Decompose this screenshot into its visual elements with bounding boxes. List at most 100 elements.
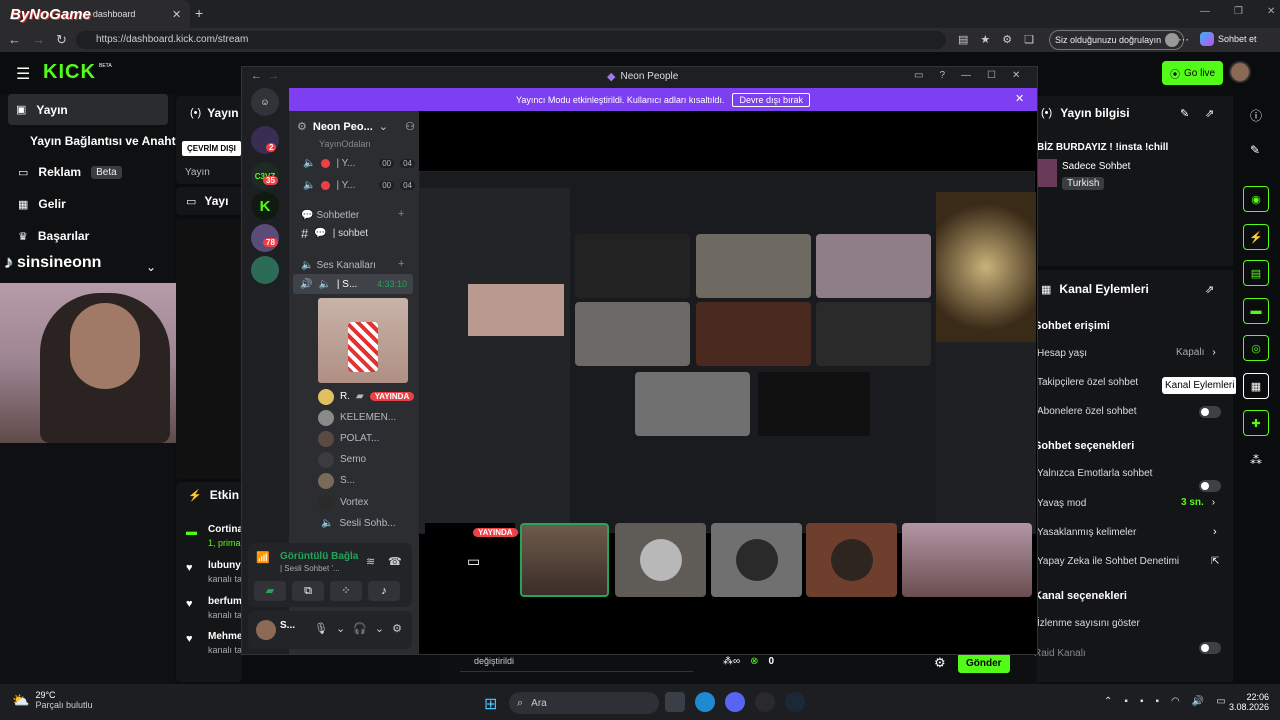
participant-tile[interactable] xyxy=(711,523,802,597)
category-name[interactable]: Sadece Sohbet xyxy=(1062,161,1130,172)
nav-item-revenue[interactable]: ▦ Gelir xyxy=(18,197,66,211)
edit-icon[interactable]: ✎ xyxy=(1180,107,1189,120)
text-category[interactable]: 💬 Sohbetler xyxy=(301,208,359,224)
extensions-icon[interactable]: ⚙ xyxy=(1002,33,1012,46)
taskbar-search[interactable]: ⌕ Ara xyxy=(509,692,659,714)
server-icon[interactable]: K xyxy=(251,192,279,220)
wrench-icon[interactable]: ✚ xyxy=(1243,410,1269,436)
participant-tile[interactable]: YAYINDA ▭ xyxy=(425,523,518,597)
user-avatar[interactable] xyxy=(1229,61,1251,83)
add-widget-icon[interactable]: ⁂ xyxy=(1250,453,1262,467)
popout-icon[interactable]: ⇗ xyxy=(1205,107,1214,120)
participant-tile[interactable] xyxy=(520,523,609,597)
chat-icon[interactable]: ▬ xyxy=(1243,298,1269,324)
participant-tile[interactable] xyxy=(615,523,706,597)
noise-icon[interactable]: ≋ xyxy=(366,555,375,568)
emote-icon[interactable]: ⁂∞ xyxy=(723,656,740,667)
browser-tab[interactable]: ByNoGame dashboard ✕ xyxy=(0,0,190,28)
server-icon[interactable] xyxy=(251,256,279,284)
external-link-icon[interactable]: ⇱ xyxy=(1211,556,1219,567)
nav-item-achievements[interactable]: ♛ Başarılar xyxy=(18,229,89,243)
user-avatar[interactable] xyxy=(256,620,276,640)
chevron-down-icon[interactable]: ⌄ xyxy=(375,622,384,635)
pencil-icon[interactable]: ✎ xyxy=(1250,143,1260,157)
info-icon[interactable]: ⓘ xyxy=(1250,107,1262,124)
voice-channel-active[interactable]: 🔊 🔈 | S... 4:33:10 xyxy=(293,274,413,294)
forward-icon[interactable]: → xyxy=(268,70,279,82)
menu-icon[interactable]: ☰ xyxy=(16,64,30,84)
send-button[interactable]: Gönder xyxy=(958,653,1010,673)
member-row[interactable]: S... xyxy=(318,470,416,491)
reload-icon[interactable]: ↻ xyxy=(56,32,67,48)
member-row[interactable]: KELEMEN... xyxy=(318,407,416,428)
windows-start-icon[interactable]: ⊞ xyxy=(484,694,497,714)
discord-taskbar-icon[interactable] xyxy=(725,692,745,712)
stream-thumbnail[interactable] xyxy=(318,298,408,383)
camera-button-icon[interactable]: ▰ xyxy=(254,581,286,601)
edge-icon[interactable] xyxy=(695,692,715,712)
text-channel[interactable]: # 💬 | sohbet xyxy=(301,226,368,242)
popout-icon[interactable]: ⇗ xyxy=(1205,283,1214,296)
minimize-icon[interactable]: — xyxy=(961,70,971,81)
forward-icon[interactable]: → xyxy=(32,32,45,47)
new-tab-icon[interactable]: + xyxy=(195,5,203,21)
participant-tile[interactable] xyxy=(902,523,1032,597)
clock[interactable]: 22:06 3.08.2026 xyxy=(1219,692,1269,712)
subs-only-toggle[interactable] xyxy=(1199,406,1221,418)
close-icon[interactable]: ✕ xyxy=(1267,6,1275,17)
room-row[interactable]: 🔈 | Y... 00 04 xyxy=(303,175,415,196)
ai-moderation-label[interactable]: Yapay Zeka ile Sohbet Denetimi xyxy=(1037,556,1179,567)
broadcast-icon[interactable]: ◎ xyxy=(1243,335,1269,361)
screen-share-icon[interactable]: ⧉ xyxy=(292,581,324,601)
member-row[interactable]: POLAT... xyxy=(318,428,416,449)
server-header[interactable]: ⚙ Neon Peo... ⌄ ⚇ xyxy=(297,120,415,134)
url-bar[interactable]: https://dashboard.kick.com/stream xyxy=(76,31,946,49)
help-icon[interactable]: ? xyxy=(939,70,945,81)
add-channel-icon[interactable]: + xyxy=(398,208,404,220)
participant-tile[interactable] xyxy=(806,523,897,597)
weather-widget[interactable]: ⛅ 29°C Parçalı bulutlu xyxy=(12,690,92,710)
headphones-icon[interactable]: 🎧 xyxy=(353,622,367,635)
member-row[interactable]: Semo xyxy=(318,449,416,470)
member-row[interactable]: Vortex xyxy=(318,492,416,513)
steam-icon[interactable] xyxy=(785,692,805,712)
chevron-down-icon[interactable]: ⌄ xyxy=(146,260,156,274)
task-view-icon[interactable] xyxy=(665,692,685,712)
room-row[interactable]: 🔈 | Y... 00 04 xyxy=(303,153,415,174)
reader-icon[interactable]: ▤ xyxy=(958,33,968,46)
member-row[interactable]: R. ▰ YAYINDA xyxy=(318,386,416,407)
wifi-icon[interactable]: ◠ xyxy=(1171,696,1180,707)
chevron-down-icon[interactable]: ⌄ xyxy=(336,622,345,635)
go-live-button[interactable]: ⦿ Go live xyxy=(1162,61,1224,85)
nav-item-ads[interactable]: ▭ Reklam Beta xyxy=(18,165,122,179)
kick-logo[interactable]: KICK xyxy=(43,61,96,84)
emotes-only-toggle[interactable] xyxy=(1199,480,1221,492)
more-icon[interactable]: ⋯ xyxy=(1178,33,1189,46)
nav-item-stream-key[interactable]: Yayın Bağlantısı ve Anahtarı xyxy=(30,134,190,148)
chat-settings-icon[interactable]: ⚙ xyxy=(934,655,946,671)
voice-channel[interactable]: 🔈 Sesli Sohb... xyxy=(321,516,396,532)
verify-button[interactable]: Siz olduğunuzu doğrulayın xyxy=(1049,30,1185,50)
channel-actions-icon[interactable]: ▦ xyxy=(1243,373,1269,399)
tray-app-icon[interactable]: ▪ xyxy=(1140,696,1144,707)
restore-icon[interactable]: ❐ xyxy=(1234,6,1243,17)
voice-category[interactable]: 🔈 Ses Kanalları xyxy=(301,258,376,274)
disable-button[interactable]: Devre dışı bırak xyxy=(732,92,810,107)
show-viewers-toggle[interactable] xyxy=(1199,642,1221,654)
add-channel-icon[interactable]: + xyxy=(398,258,404,270)
collections-icon[interactable]: ❑ xyxy=(1024,33,1034,46)
tray-app-icon[interactable]: ▪ xyxy=(1124,696,1128,707)
copilot-chat-button[interactable]: Sohbet et xyxy=(1200,32,1257,46)
category-label[interactable]: YayınOdaları xyxy=(319,136,371,152)
inbox-icon[interactable]: ▭ xyxy=(914,70,923,81)
banned-words-label[interactable]: Yasaklanmış kelimeler xyxy=(1037,527,1136,538)
settings-icon[interactable]: ⚙ xyxy=(392,622,402,635)
add-member-icon[interactable]: ⚇ xyxy=(405,120,415,133)
bolt-icon[interactable]: ⚡ xyxy=(1243,224,1269,250)
back-icon[interactable]: ← xyxy=(8,32,21,47)
close-banner-icon[interactable]: ✕ xyxy=(1015,92,1024,105)
camera-icon[interactable]: ◉ xyxy=(1243,186,1269,212)
mic-icon[interactable]: 🎙 xyxy=(314,622,328,635)
account-age-select[interactable]: Kapalı › xyxy=(1176,347,1216,358)
disconnect-icon[interactable]: ☎ xyxy=(388,555,402,568)
